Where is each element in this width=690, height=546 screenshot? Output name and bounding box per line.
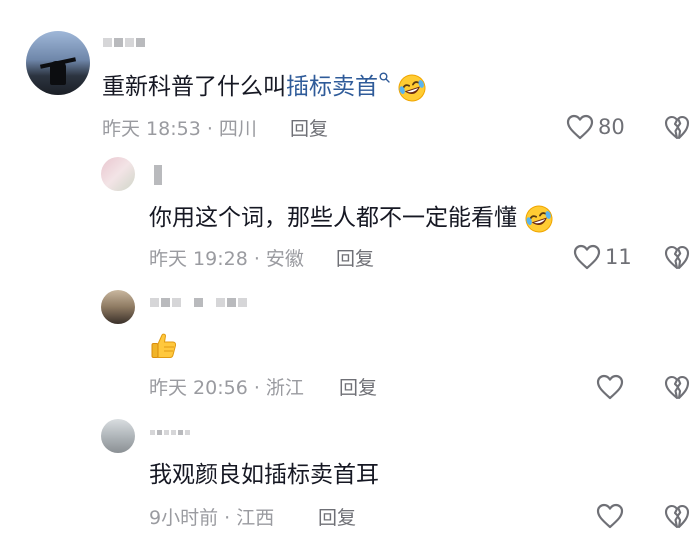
avatar[interactable] (101, 419, 135, 453)
username-redacted[interactable] (150, 430, 190, 435)
like-count: 80 (598, 115, 625, 139)
like-button[interactable]: 80 (566, 114, 625, 140)
reply-button[interactable]: 回复 (290, 117, 328, 141)
comment-time-location: 昨天 18:53 · 四川 (102, 118, 257, 140)
search-keyword-link[interactable]: 插标卖首 (286, 74, 378, 100)
username-redacted[interactable] (103, 38, 145, 47)
broken-heart-icon[interactable] (664, 114, 690, 140)
broken-heart-icon[interactable] (664, 503, 690, 529)
avatar[interactable] (101, 157, 135, 191)
broken-heart-icon[interactable] (664, 244, 690, 270)
comment-text: 重新科普了什么叫插标卖首 (102, 72, 427, 103)
like-count: 11 (605, 245, 632, 269)
like-button[interactable]: 11 (573, 244, 632, 270)
avatar-figure (50, 61, 66, 85)
heart-outline-icon (596, 374, 624, 400)
comment-text-plain: 重新科普了什么叫 (102, 74, 286, 100)
heart-outline-icon (566, 114, 594, 140)
like-button[interactable] (596, 503, 628, 529)
comment-text (149, 330, 179, 361)
avatar[interactable] (101, 290, 135, 324)
reply-button[interactable]: 回复 (336, 247, 374, 271)
avatar[interactable] (26, 31, 90, 95)
comment-text: 你用这个词，那些人都不一定能看懂 (149, 203, 554, 234)
rofl-emoji-icon (398, 74, 426, 101)
comment-text: 我观颜良如插标卖首耳 (149, 462, 379, 488)
comment-time-location: 昨天 20:56 · 浙江 (149, 377, 304, 399)
search-icon[interactable] (379, 72, 390, 83)
comment-time-location: 9小时前 · 江西 (149, 507, 275, 529)
reply-button[interactable]: 回复 (318, 506, 356, 530)
heart-outline-icon (573, 244, 601, 270)
comment-time-location: 昨天 19:28 · 安徽 (149, 248, 304, 270)
rofl-emoji-icon (525, 205, 553, 232)
username-redacted[interactable] (150, 298, 247, 307)
like-button[interactable] (596, 374, 628, 400)
heart-outline-icon (596, 503, 624, 529)
reply-button[interactable]: 回复 (339, 376, 377, 400)
username-redacted[interactable] (154, 165, 162, 185)
broken-heart-icon[interactable] (664, 374, 690, 400)
comment-text-plain: 你用这个词，那些人都不一定能看懂 (149, 205, 517, 231)
thumbs-up-emoji-icon (151, 333, 177, 358)
